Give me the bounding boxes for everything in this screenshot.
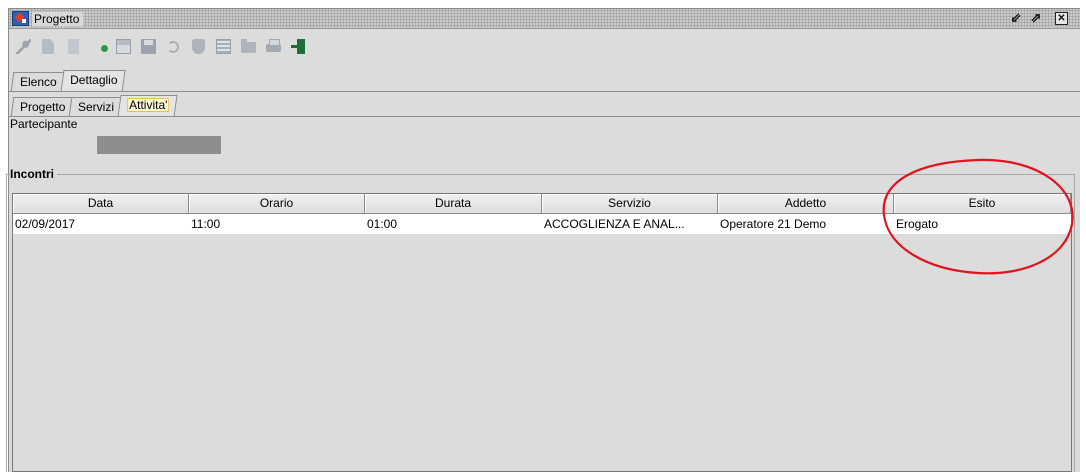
cell-servizio: ACCOGLIENZA E ANAL... <box>544 217 685 231</box>
column-header-data[interactable]: Data <box>13 194 189 214</box>
tab-dettaglio[interactable]: Dettaglio <box>60 70 126 92</box>
column-header-orario[interactable]: Orario <box>189 194 365 214</box>
participant-label: Partecipante <box>10 117 78 131</box>
maximize-icon[interactable]: ⇗ <box>1028 11 1044 26</box>
tab-servizi[interactable]: Servizi <box>68 97 122 117</box>
edit-icon[interactable] <box>38 36 59 58</box>
exit-icon[interactable] <box>288 36 309 58</box>
group-title: Incontri <box>10 167 57 181</box>
app-icon <box>12 11 29 26</box>
cell-durata: 01:00 <box>367 217 398 231</box>
inner-tabs: Progetto Servizi Attivita' <box>10 95 179 117</box>
tab-progetto[interactable]: Progetto <box>10 97 73 117</box>
column-header-addetto[interactable]: Addetto <box>718 194 894 214</box>
inner-tab-divider <box>9 116 1080 117</box>
floppy-icon[interactable] <box>138 36 159 58</box>
folder-icon[interactable] <box>238 36 259 58</box>
undo-icon[interactable] <box>163 36 184 58</box>
cell-addetto: Operatore 21 Demo <box>720 217 827 231</box>
restore-icon[interactable]: ⇙ <box>1008 11 1024 26</box>
window-title: Progetto <box>32 12 84 26</box>
tab-attivita[interactable]: Attivita' <box>117 95 179 117</box>
outer-tabs: Elenco Dettaglio <box>10 70 126 92</box>
table-header: Data Orario Durata Servizio Addetto Esit… <box>13 194 1071 214</box>
tab-divider <box>9 91 1080 92</box>
print-icon[interactable] <box>263 36 284 58</box>
column-header-durata[interactable]: Durata <box>365 194 542 214</box>
close-icon[interactable]: ✕ <box>1055 12 1068 25</box>
cell-esito: Erogato <box>896 217 939 231</box>
save-copy-icon[interactable] <box>113 36 134 58</box>
toolbar <box>9 30 1080 64</box>
column-header-servizio[interactable]: Servizio <box>542 194 718 214</box>
document-icon[interactable] <box>63 36 84 58</box>
table-row[interactable]: 02/09/2017 11:00 01:00 ACCOGLIENZA E ANA… <box>13 214 1071 234</box>
grid-icon[interactable] <box>213 36 234 58</box>
tab-elenco[interactable]: Elenco <box>10 72 65 92</box>
participant-value-redacted <box>97 136 221 154</box>
column-header-esito[interactable]: Esito <box>894 194 1071 214</box>
key-icon[interactable] <box>13 36 34 58</box>
title-bar[interactable]: Progetto ⇙ ⇗ ✕ <box>9 9 1080 29</box>
info-icon[interactable] <box>88 36 109 58</box>
shield-icon[interactable] <box>188 36 209 58</box>
cell-data: 02/09/2017 <box>15 217 76 231</box>
incontri-table[interactable]: Data Orario Durata Servizio Addetto Esit… <box>12 193 1072 472</box>
cell-orario: 11:00 <box>191 217 221 231</box>
